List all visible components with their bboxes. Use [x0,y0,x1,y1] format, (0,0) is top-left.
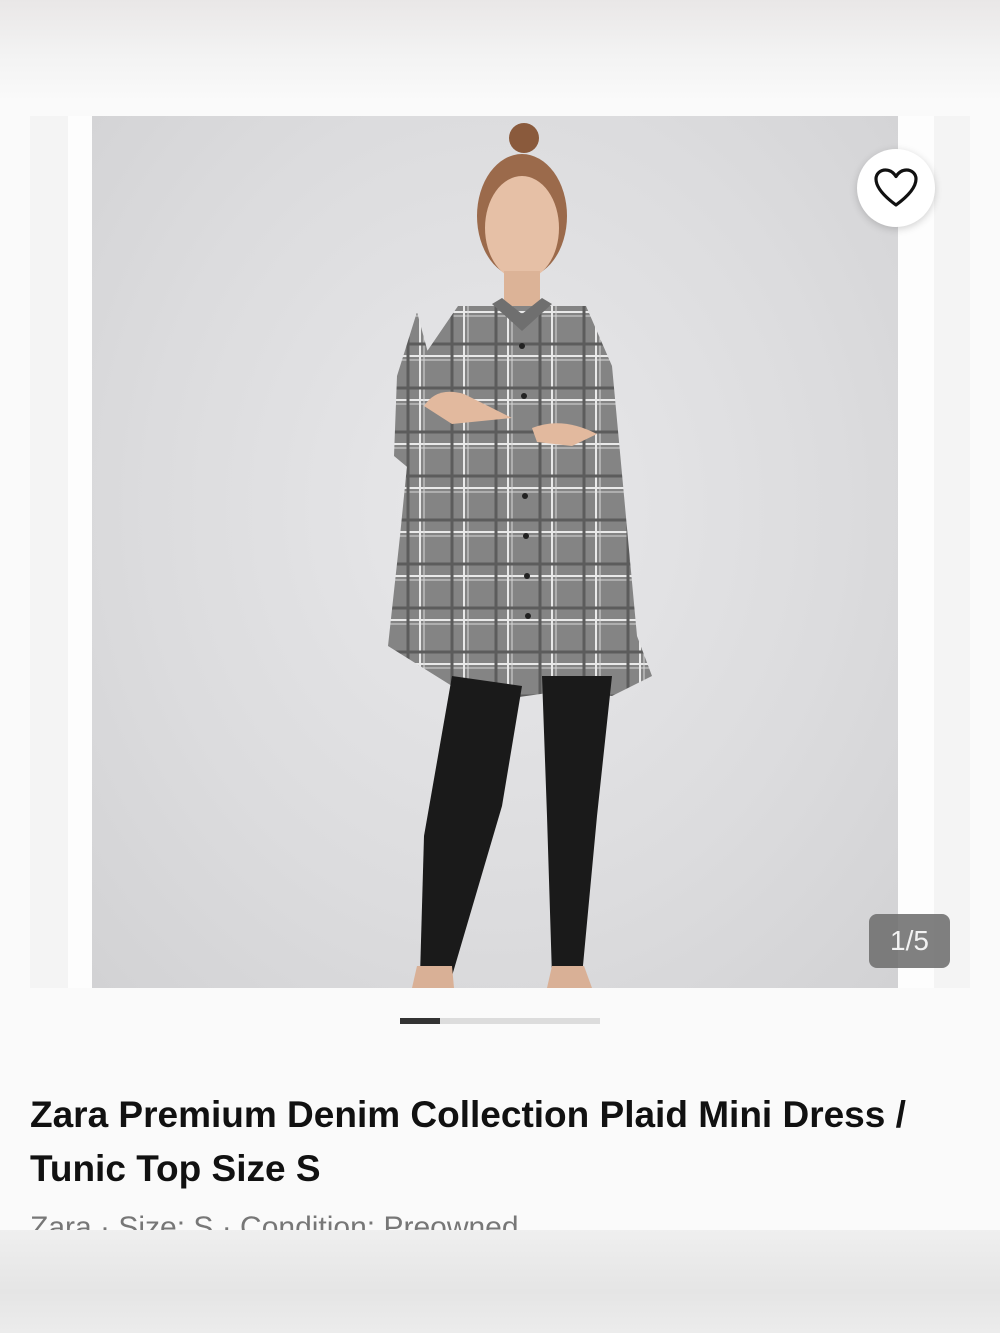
model-illustration [388,123,652,988]
gallery-edge-right [898,116,934,988]
gallery-progress-track [400,1018,600,1024]
bottom-fade-overlay [0,1230,1000,1333]
product-image-gallery[interactable] [30,116,970,988]
image-counter-text: 1/5 [890,925,929,956]
gallery-edge-left [68,116,92,988]
heart-outline-icon [874,168,918,207]
product-photo[interactable] [92,116,898,988]
gallery-progress-indicator [400,1018,440,1024]
product-title: Zara Premium Denim Collection Plaid Mini… [30,1094,906,1189]
top-bar [0,0,1000,102]
image-counter: 1/5 [869,914,950,968]
favorite-button[interactable] [857,149,935,227]
